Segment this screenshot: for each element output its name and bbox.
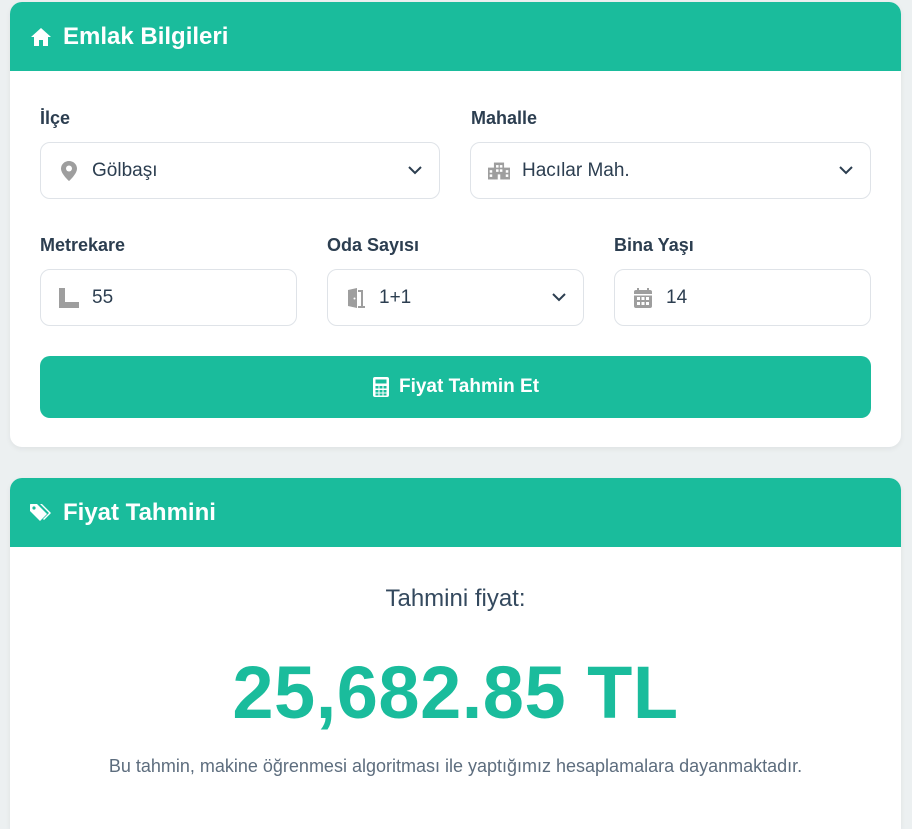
price-estimate-title: Fiyat Tahmini: [63, 498, 216, 526]
predict-price-button[interactable]: Fiyat Tahmin Et: [40, 356, 871, 418]
tags-icon: [29, 501, 53, 525]
building-icon: [488, 160, 510, 182]
neighborhood-select[interactable]: Hacılar Mah.: [470, 142, 871, 199]
district-value: Gölbaşı: [92, 159, 158, 181]
rooms-value: 1+1: [379, 286, 412, 308]
price-estimate-card: Fiyat Tahmini Tahmini fiyat: 25,682.85 T…: [10, 478, 901, 829]
home-icon: [29, 25, 53, 49]
estimate-disclaimer: Bu tahmin, makine öğrenmesi algoritması …: [108, 756, 803, 776]
predict-price-label: Fiyat Tahmin Et: [398, 376, 540, 397]
area-input[interactable]: 55: [40, 269, 297, 326]
property-info-title: Emlak Bilgileri: [63, 22, 229, 50]
chevron-down-icon: [838, 163, 854, 179]
calculator-icon: [372, 377, 390, 397]
estimated-price-label: Tahmini fiyat:: [385, 585, 526, 612]
property-info-card: Emlak Bilgileri İlçe Gölbaşı Mahalle Hac…: [10, 2, 901, 447]
property-info-header: Emlak Bilgileri: [10, 2, 901, 71]
chevron-down-icon: [551, 290, 567, 306]
calendar-icon: [632, 287, 654, 309]
building-age-input[interactable]: 14: [614, 269, 871, 326]
estimated-price-value: 25,682.85 TL: [232, 651, 679, 734]
area-value: 55: [92, 286, 114, 308]
neighborhood-value: Hacılar Mah.: [522, 159, 630, 181]
building-age-label: Bina Yaşı: [614, 235, 694, 255]
map-pin-icon: [58, 160, 80, 182]
door-icon: [345, 287, 367, 309]
district-select[interactable]: Gölbaşı: [40, 142, 440, 199]
district-label: İlçe: [40, 108, 71, 128]
building-age-value: 14: [666, 286, 688, 308]
rooms-label: Oda Sayısı: [327, 235, 420, 255]
neighborhood-label: Mahalle: [471, 108, 538, 128]
rooms-select[interactable]: 1+1: [327, 269, 584, 326]
ruler-icon: [58, 287, 80, 309]
area-label: Metrekare: [40, 235, 126, 255]
price-estimate-header: Fiyat Tahmini: [10, 478, 901, 547]
chevron-down-icon: [407, 163, 423, 179]
